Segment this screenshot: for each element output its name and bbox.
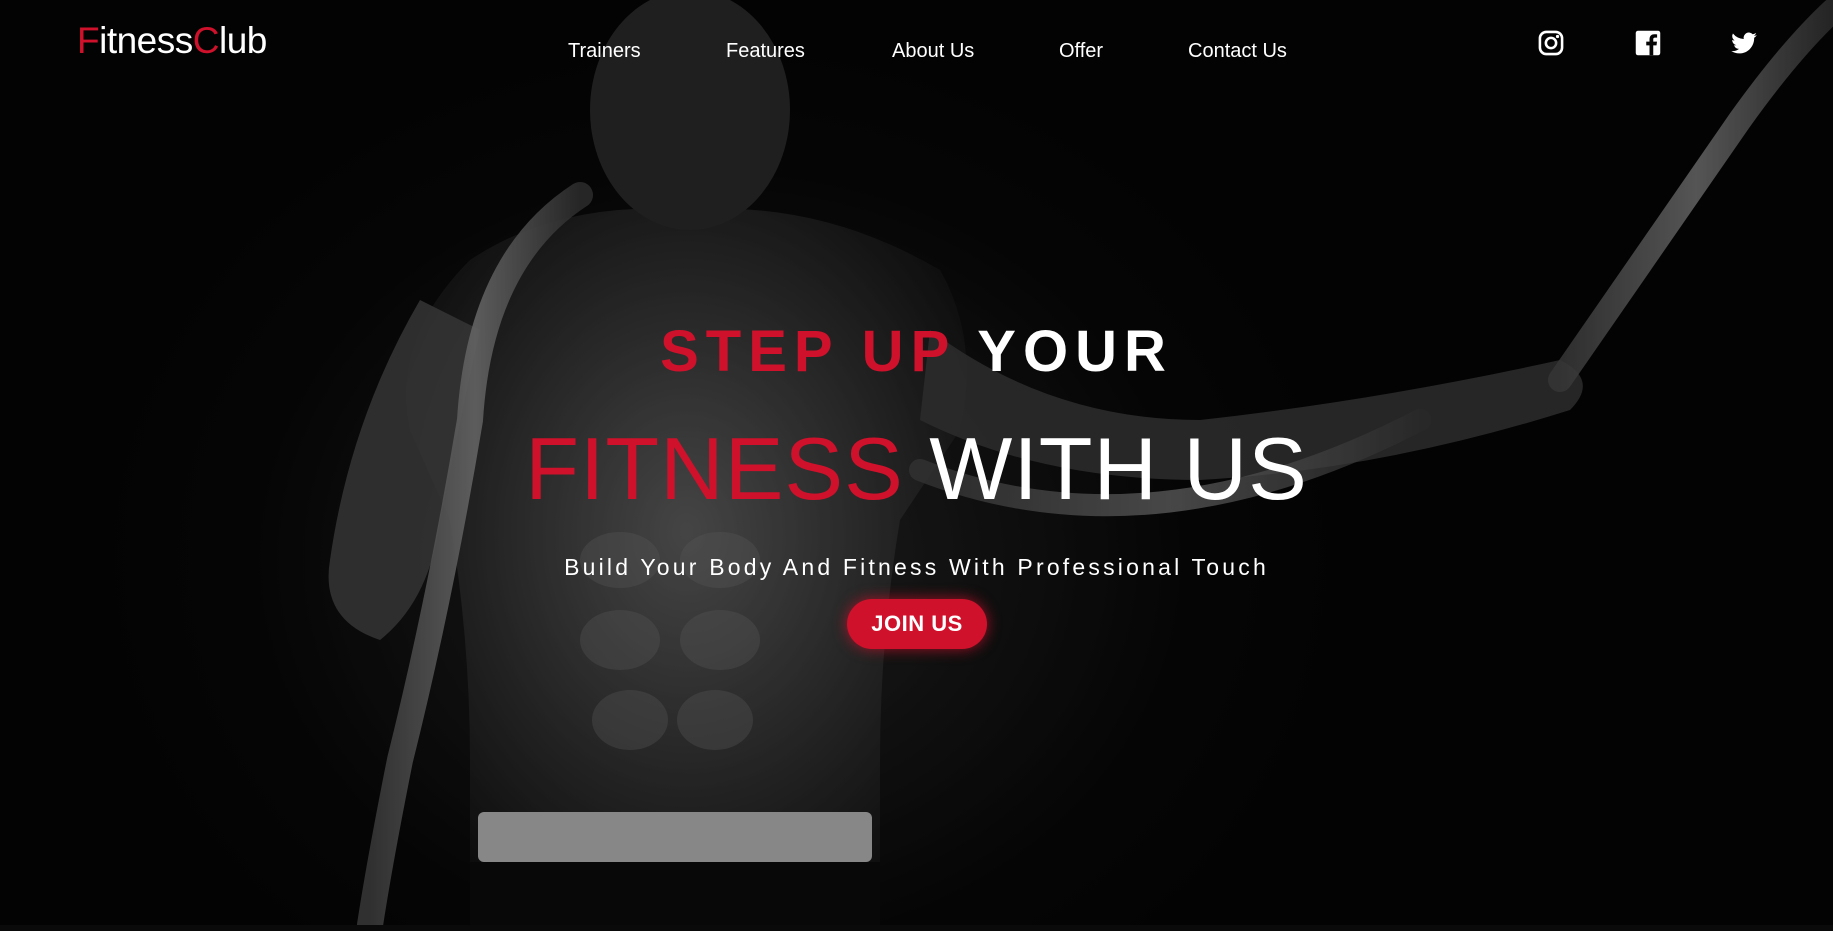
headline-accent-fitness: FITNESS xyxy=(525,419,904,518)
logo-initial-c: C xyxy=(192,20,220,61)
logo-text-itness: itness xyxy=(99,20,193,61)
hero-headline-line-2: FITNESS WITH US xyxy=(0,418,1833,520)
headline-text-your: YOUR xyxy=(977,319,1173,384)
nav-link-contact-us[interactable]: Contact Us xyxy=(1188,40,1287,63)
nav-link-about-us[interactable]: About Us xyxy=(892,40,974,63)
hero-headline-line-1: STEP UP YOUR xyxy=(0,318,1833,385)
site-logo[interactable]: FitnessClub xyxy=(77,20,267,62)
logo-initial-f: F xyxy=(77,20,100,61)
hero-section: FitnessClub Trainers Features About Us O… xyxy=(0,0,1833,925)
instagram-icon[interactable] xyxy=(1536,28,1566,58)
join-us-button[interactable]: JOIN US xyxy=(847,599,987,649)
nav-link-trainers[interactable]: Trainers xyxy=(568,40,641,63)
nav-link-offer[interactable]: Offer xyxy=(1059,40,1103,63)
facebook-icon[interactable] xyxy=(1633,28,1663,58)
hero-tagline: Build Your Body And Fitness With Profess… xyxy=(564,554,1269,580)
headline-text-with-us: WITH US xyxy=(929,419,1308,518)
nav-link-features[interactable]: Features xyxy=(726,40,805,63)
headline-accent-step-up: STEP UP xyxy=(660,319,956,384)
page-bottom-edge xyxy=(0,925,1833,931)
twitter-icon[interactable] xyxy=(1729,28,1759,58)
logo-text-lub: lub xyxy=(219,20,267,61)
